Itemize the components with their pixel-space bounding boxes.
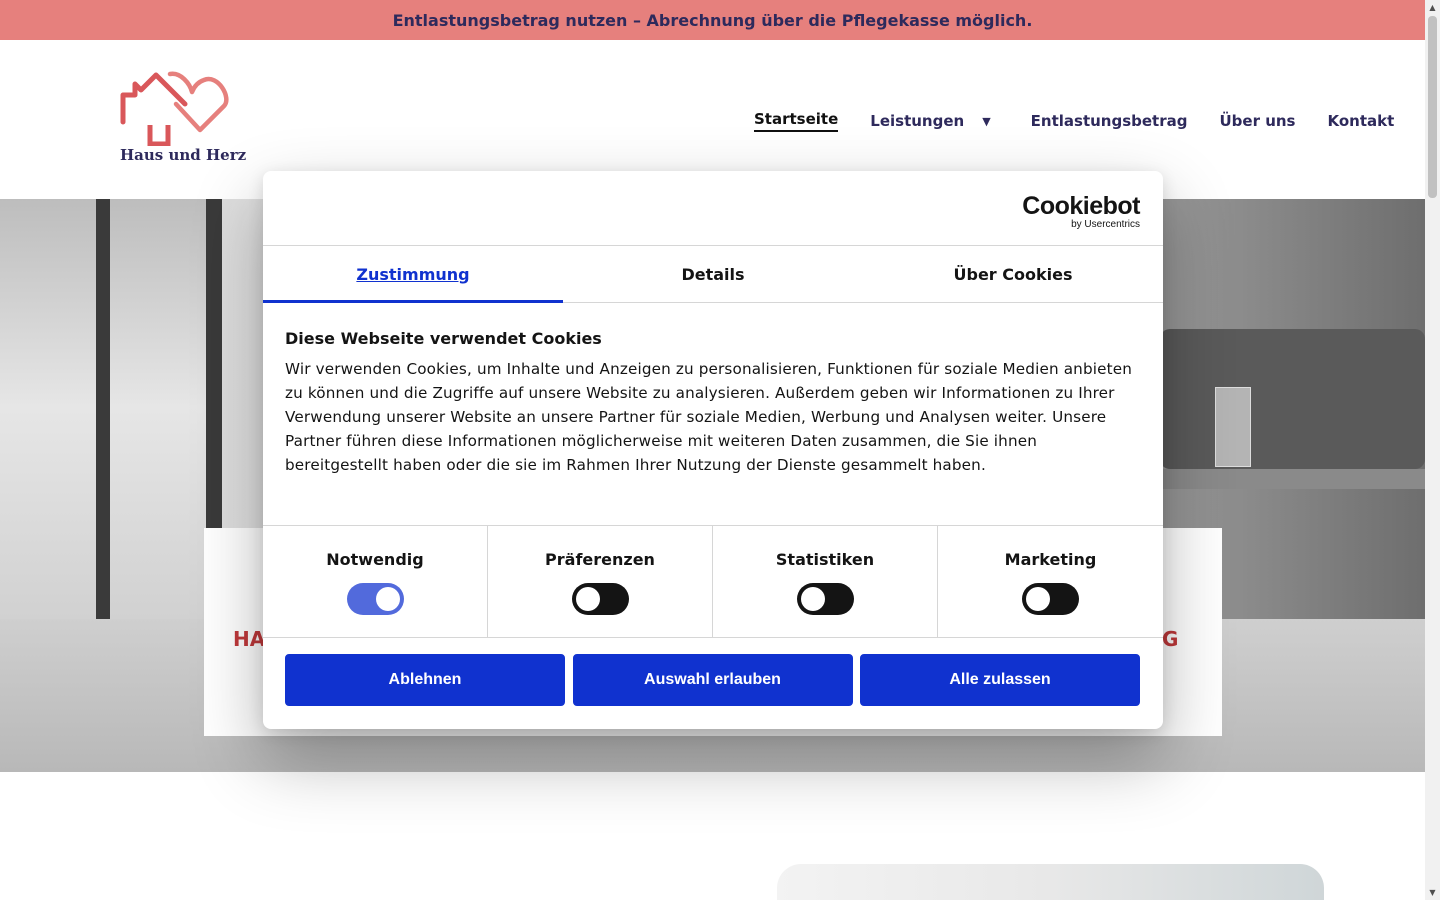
hero-table <box>1150 469 1425 489</box>
cookie-actions: Ablehnen Auswahl erlauben Alle zulassen <box>285 654 1140 706</box>
nav-item-kontakt[interactable]: Kontakt <box>1327 112 1394 130</box>
category-notwendig: Notwendig <box>263 526 488 637</box>
toggle-knob <box>1026 587 1050 611</box>
logo-text: Haus und Herz <box>120 146 247 164</box>
toggle-praeferenzen[interactable] <box>571 583 629 615</box>
cookie-dialog: Cookiebot by Usercentrics Zustimmung Det… <box>263 171 1163 729</box>
category-label: Präferenzen <box>545 550 655 569</box>
toggle-statistiken[interactable] <box>796 583 854 615</box>
announcement-bar: Entlastungsbetrag nutzen – Abrechnung üb… <box>0 0 1425 40</box>
arrow-up-icon[interactable]: ▲ <box>1425 0 1440 15</box>
toggle-notwendig[interactable] <box>346 583 404 615</box>
site-logo[interactable]: Haus und Herz <box>120 70 265 170</box>
page-scrollbar[interactable]: ▲ ▼ <box>1425 0 1440 900</box>
cookie-dialog-heading: Diese Webseite verwendet Cookies <box>285 329 602 348</box>
caret-down-icon[interactable]: ▼ <box>982 115 990 128</box>
cookie-tabs: Zustimmung Details Über Cookies <box>263 246 1163 303</box>
arrow-down-icon[interactable]: ▼ <box>1425 885 1440 900</box>
main-nav: Startseite Leistungen ▼ Entlastungsbetra… <box>754 110 1426 132</box>
hero-vase <box>1215 387 1251 467</box>
category-statistiken: Statistiken <box>713 526 938 637</box>
toggle-knob <box>375 587 400 611</box>
category-label: Marketing <box>1004 550 1097 569</box>
cookie-dialog-body: Diese Webseite verwendet Cookies Wir ver… <box>263 303 1163 526</box>
category-marketing: Marketing <box>938 526 1163 637</box>
cookie-dialog-text: Wir verwenden Cookies, um Inhalte und An… <box>285 360 1132 474</box>
category-label: Statistiken <box>775 550 875 569</box>
allow-all-button[interactable]: Alle zulassen <box>860 654 1140 706</box>
category-praeferenzen: Präferenzen <box>488 526 713 637</box>
cookiebot-logo[interactable]: Cookiebot by Usercentrics <box>1022 193 1140 230</box>
category-label: Notwendig <box>326 550 424 569</box>
toggle-knob <box>800 587 825 611</box>
tab-details[interactable]: Details <box>563 246 863 302</box>
cookiebot-logo-sub: by Usercentrics <box>1071 219 1140 230</box>
scrollbar-thumb[interactable] <box>1428 16 1437 198</box>
card-title-left[interactable]: HA <box>233 627 265 651</box>
nav-item-leistungen-label: Leistungen <box>870 112 965 130</box>
card-title-right[interactable]: G <box>1162 627 1178 651</box>
nav-item-startseite[interactable]: Startseite <box>754 110 839 132</box>
tab-zustimmung[interactable]: Zustimmung <box>263 246 563 303</box>
announcement-text: Entlastungsbetrag nutzen – Abrechnung üb… <box>392 10 1033 30</box>
toggle-knob <box>575 587 600 611</box>
nav-item-entlastungsbetrag[interactable]: Entlastungsbetrag <box>1031 112 1188 130</box>
allow-selection-button[interactable]: Auswahl erlauben <box>572 654 853 706</box>
cookie-categories: Notwendig Präferenzen Statistiken Market… <box>263 525 1163 638</box>
tab-ueber-cookies[interactable]: Über Cookies <box>863 246 1163 302</box>
section-image <box>777 864 1324 900</box>
hero-sofa <box>1160 329 1425 469</box>
nav-item-leistungen[interactable]: Leistungen ▼ <box>870 112 998 130</box>
nav-item-ueber-uns[interactable]: Über uns <box>1219 112 1295 130</box>
toggle-marketing[interactable] <box>1022 583 1079 615</box>
cookie-dialog-header: Cookiebot by Usercentrics <box>263 171 1163 246</box>
decline-button[interactable]: Ablehnen <box>285 654 565 706</box>
cookiebot-logo-text: Cookiebot <box>1022 192 1140 220</box>
house-heart-icon <box>120 71 229 147</box>
